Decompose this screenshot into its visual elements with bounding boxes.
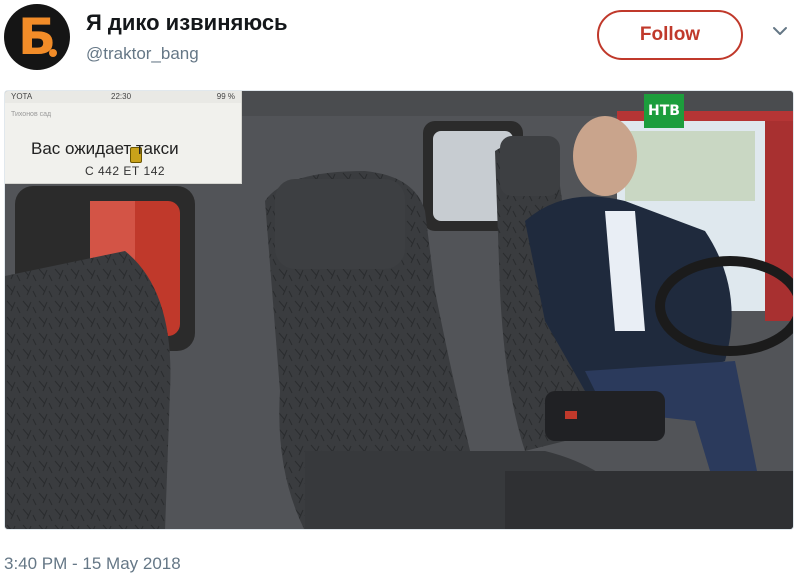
follow-button[interactable]: Follow: [597, 10, 743, 60]
avatar[interactable]: Б: [4, 4, 70, 70]
tweet-timestamp[interactable]: 3:40 PM - 15 May 2018: [4, 554, 181, 574]
map-street-label: Тихонов сад: [11, 111, 52, 118]
channel-logo: НТВ: [644, 94, 684, 128]
author-handle[interactable]: @traktor_bang: [86, 44, 199, 64]
status-time: 22:30: [111, 92, 132, 101]
chevron-down-icon[interactable]: [771, 22, 789, 40]
taxi-app-overlay: YOTA 22:30 99 % Тихонов сад Вас ожидает …: [5, 91, 242, 184]
phone-status-bar: YOTA 22:30 99 %: [5, 91, 241, 103]
tweet-media-photo[interactable]: YOTA 22:30 99 % Тихонов сад Вас ожидает …: [4, 90, 794, 530]
taxi-plate-number: С 442 ЕТ 142: [85, 164, 166, 178]
avatar-dot: [49, 49, 57, 57]
author-display-name[interactable]: Я дико извиняюсь: [86, 10, 288, 36]
status-battery: 99 %: [216, 92, 235, 101]
avatar-letter: Б: [17, 8, 57, 66]
status-carrier: YOTA: [11, 92, 33, 101]
taxi-app-title: Вас ожидает такси: [31, 139, 179, 158]
